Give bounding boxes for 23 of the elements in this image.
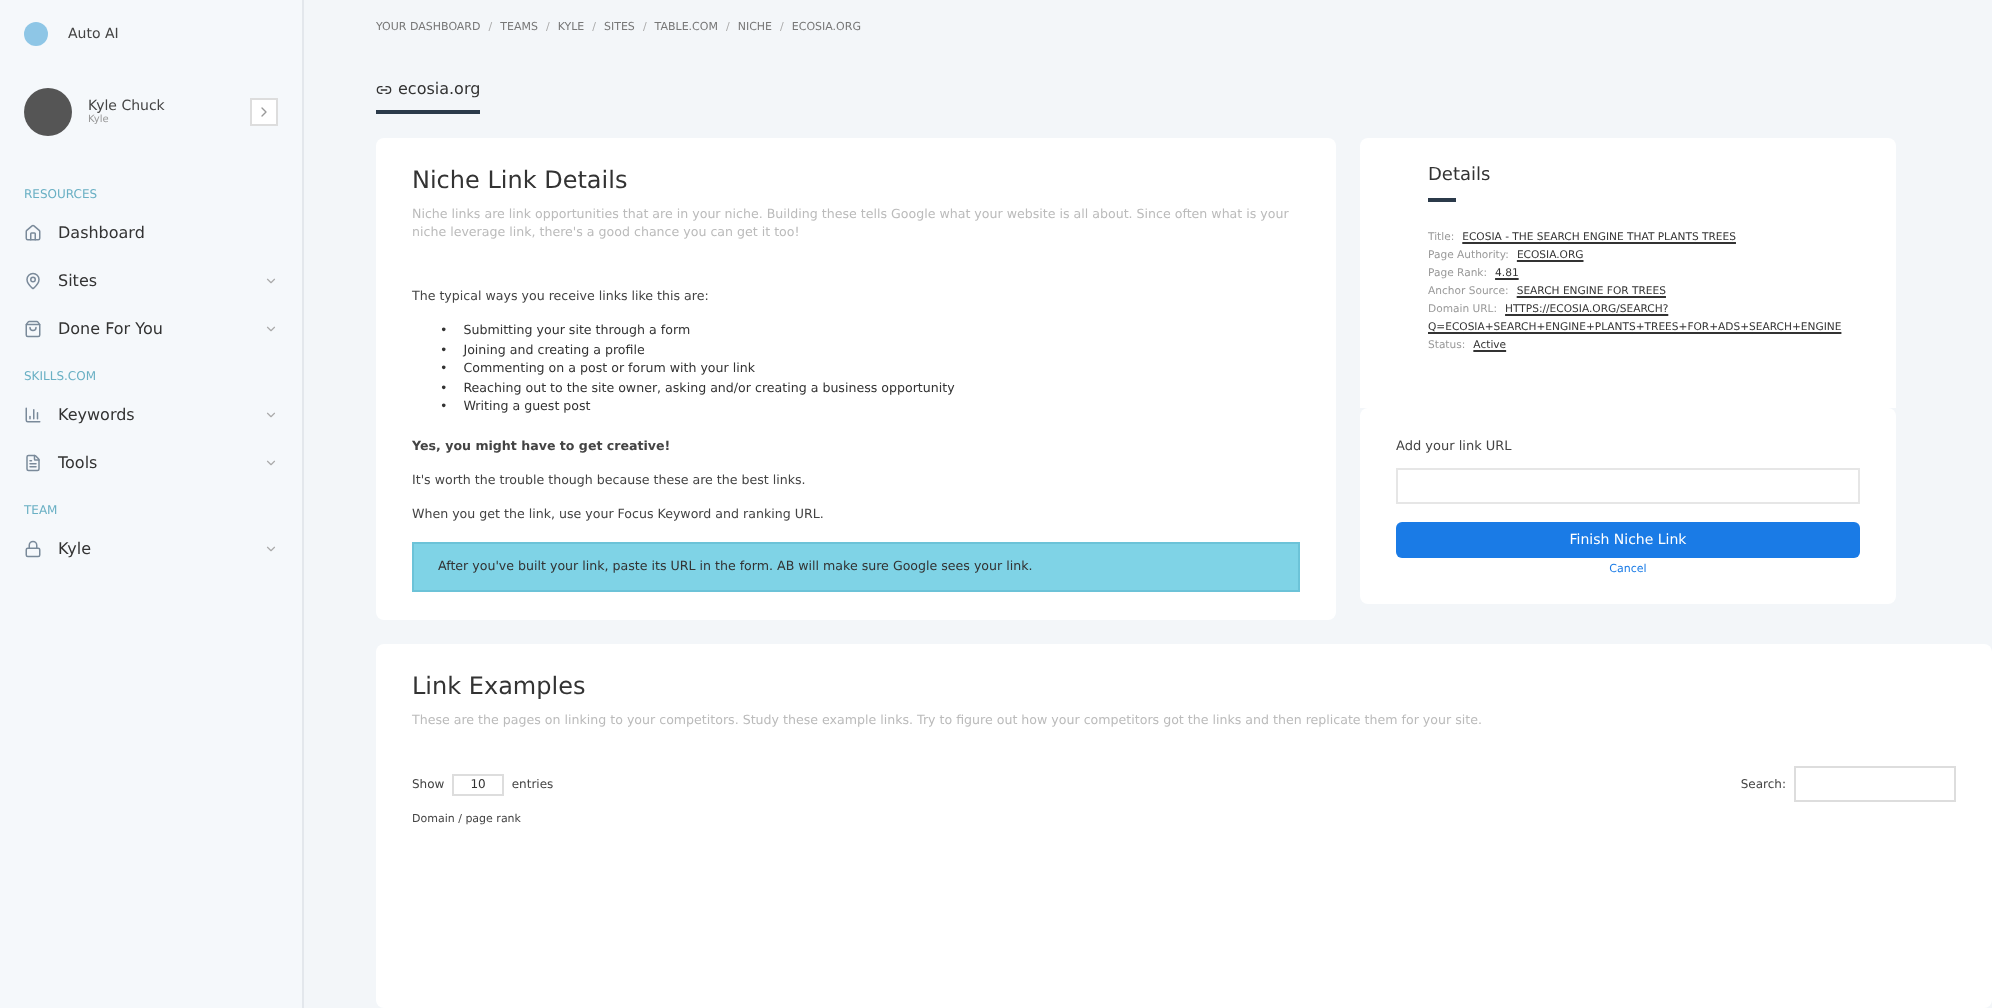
collapse-button[interactable] bbox=[250, 98, 278, 126]
sidebar-item[interactable]: Sites bbox=[24, 262, 278, 298]
pin-icon bbox=[24, 271, 42, 289]
doc-icon bbox=[24, 453, 42, 471]
home-icon bbox=[24, 223, 42, 241]
site-tab[interactable]: ecosia.org bbox=[376, 56, 481, 114]
sidebar-item[interactable]: Dashboard bbox=[24, 214, 278, 250]
chevron-right-icon bbox=[256, 104, 272, 120]
card-title: Link Examples bbox=[412, 671, 588, 700]
avatar-icon bbox=[24, 88, 72, 136]
sidebar-item[interactable]: Kyle bbox=[24, 530, 278, 566]
chart-icon bbox=[24, 405, 42, 423]
logo-icon bbox=[24, 22, 48, 46]
bag-icon bbox=[24, 319, 42, 337]
lock-icon bbox=[24, 539, 42, 557]
card-title: Niche Link Details bbox=[412, 166, 630, 194]
link-icon bbox=[376, 81, 392, 97]
search-field[interactable] bbox=[1794, 766, 1956, 803]
sidebar-item[interactable]: Tools bbox=[24, 444, 278, 480]
sidebar-item[interactable]: Done For You bbox=[24, 310, 278, 346]
url-input[interactable] bbox=[1396, 468, 1860, 504]
details-title: Details bbox=[1428, 166, 1493, 186]
sidebar-item[interactable]: Keywords bbox=[24, 396, 278, 432]
